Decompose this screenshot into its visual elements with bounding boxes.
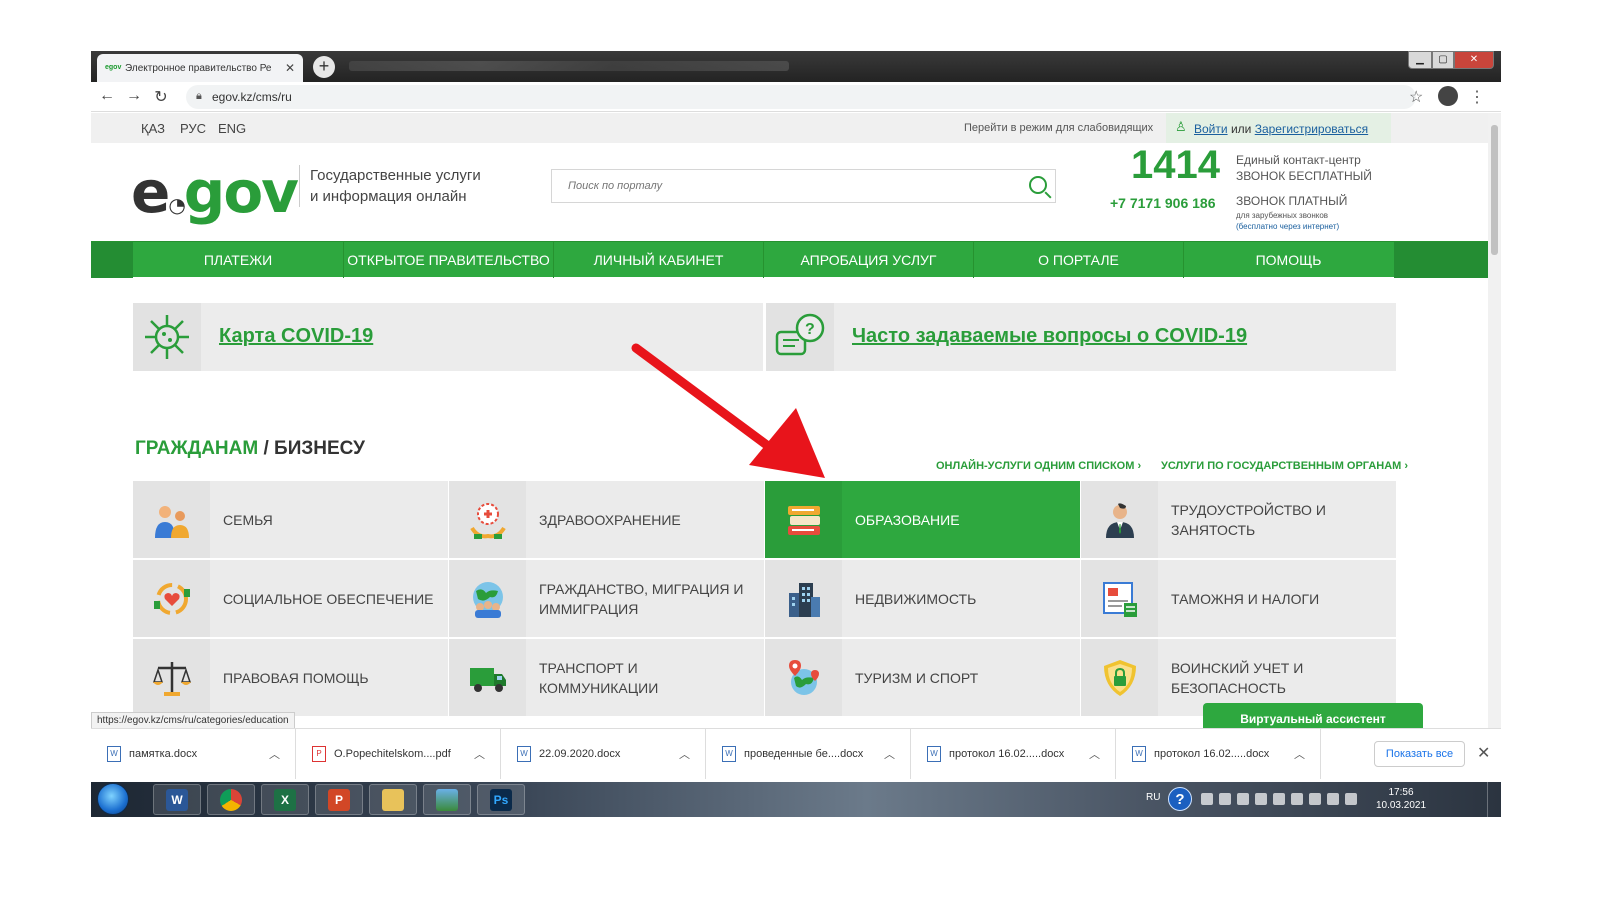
omnibox[interactable]: 🔒︎ egov.kz/cms/ru	[186, 85, 1416, 109]
browser-tabstrip: egov Электронное правительство Ре ✕ + ▁ …	[91, 51, 1501, 82]
help-icon[interactable]: ?	[1168, 787, 1192, 811]
tab-title: Электронное правительство Ре	[125, 62, 272, 74]
page-scrollbar[interactable]	[1488, 113, 1501, 728]
browser-menu-icon[interactable]: ⋮	[1469, 87, 1485, 107]
docx-file-icon: W	[107, 746, 121, 762]
bookmark-star-icon[interactable]: ☆	[1409, 87, 1423, 107]
windows-start-button[interactable]	[97, 783, 129, 815]
download-item[interactable]: W протокол 16.02.....docx ︿	[911, 729, 1116, 779]
explorer-icon[interactable]	[369, 784, 417, 815]
photoshop-icon[interactable]: Ps	[477, 784, 525, 815]
windows-taskbar: W X P Ps RU ? 17:56 10.03.2021	[91, 782, 1501, 817]
new-tab-button[interactable]: +	[313, 56, 335, 78]
blurred-bookmarks	[349, 61, 789, 71]
chevron-up-icon[interactable]: ︿	[679, 746, 690, 762]
download-item[interactable]: W памятка.docx ︿	[91, 729, 296, 779]
word-icon[interactable]: W	[153, 784, 201, 815]
forward-icon[interactable]: →	[124, 87, 144, 105]
download-filename: 22.09.2020.docx	[539, 748, 621, 760]
address-bar: ← → ↻ 🔒︎ egov.kz/cms/ru ☆ ⋮	[91, 82, 1501, 112]
tab-close-icon[interactable]: ✕	[285, 61, 295, 75]
chevron-up-icon[interactable]: ︿	[884, 746, 895, 762]
chevron-up-icon[interactable]: ︿	[269, 746, 280, 762]
powerpoint-icon[interactable]: P	[315, 784, 363, 815]
download-item[interactable]: W проведенные бе....docx ︿	[706, 729, 911, 779]
download-filename: проведенные бе....docx	[744, 748, 864, 760]
window-close-button[interactable]: ✕	[1454, 51, 1494, 69]
show-all-downloads-button[interactable]: Показать все	[1374, 741, 1465, 767]
reload-icon[interactable]: ↻	[151, 87, 171, 107]
lock-icon: 🔒︎	[196, 90, 202, 102]
taskbar-clock[interactable]: 17:56 10.03.2021	[1371, 786, 1431, 812]
docx-file-icon: W	[927, 746, 941, 762]
close-downloads-icon[interactable]: ✕	[1477, 743, 1490, 763]
profile-avatar-icon[interactable]	[1438, 86, 1458, 106]
docx-file-icon: W	[1132, 746, 1146, 762]
url-text[interactable]: egov.kz/cms/ru	[212, 90, 292, 104]
browser-tab[interactable]: egov Электронное правительство Ре ✕	[97, 54, 303, 82]
image-viewer-icon[interactable]	[423, 784, 471, 815]
status-bar-url: https://egov.kz/cms/ru/categories/educat…	[91, 712, 295, 728]
docx-file-icon: W	[517, 746, 531, 762]
scroll-thumb[interactable]	[1491, 125, 1498, 255]
download-item[interactable]: W 22.09.2020.docx ︿	[501, 729, 706, 779]
minimize-button[interactable]: ▁	[1408, 51, 1432, 69]
download-filename: памятка.docx	[129, 748, 198, 760]
download-item[interactable]: W протокол 16.02.....docx ︿	[1116, 729, 1321, 779]
egov-favicon-icon: egov	[105, 64, 122, 71]
download-filename: протокол 16.02.....docx	[1154, 748, 1270, 760]
red-annotation-arrow	[631, 343, 825, 478]
download-item[interactable]: P O.Popechitelskom....pdf ︿	[296, 729, 501, 779]
chevron-up-icon[interactable]: ︿	[1294, 746, 1305, 762]
input-language-indicator[interactable]: RU	[1146, 792, 1160, 803]
chrome-icon[interactable]	[207, 784, 255, 815]
pdf-file-icon: P	[312, 746, 326, 762]
excel-icon[interactable]: X	[261, 784, 309, 815]
chevron-up-icon[interactable]: ︿	[1089, 746, 1100, 762]
docx-file-icon: W	[722, 746, 736, 762]
screen: egov Электронное правительство Ре ✕ + ▁ …	[91, 51, 1501, 847]
virtual-assistant-button[interactable]: Виртуальный ассистент	[1203, 703, 1423, 728]
maximize-button[interactable]: ▢	[1432, 51, 1454, 69]
show-desktop-button[interactable]	[1487, 782, 1501, 817]
back-icon[interactable]: ←	[97, 87, 117, 105]
chevron-up-icon[interactable]: ︿	[474, 746, 485, 762]
download-filename: O.Popechitelskom....pdf	[334, 748, 451, 760]
download-filename: протокол 16.02.....docx	[949, 748, 1065, 760]
page-viewport: ҚАЗ РУС ENG Перейти в режим для слабовид…	[91, 113, 1488, 728]
system-tray-icons[interactable]	[1201, 793, 1361, 805]
downloads-bar: W памятка.docx ︿ P O.Popechitelskom....p…	[91, 728, 1501, 779]
